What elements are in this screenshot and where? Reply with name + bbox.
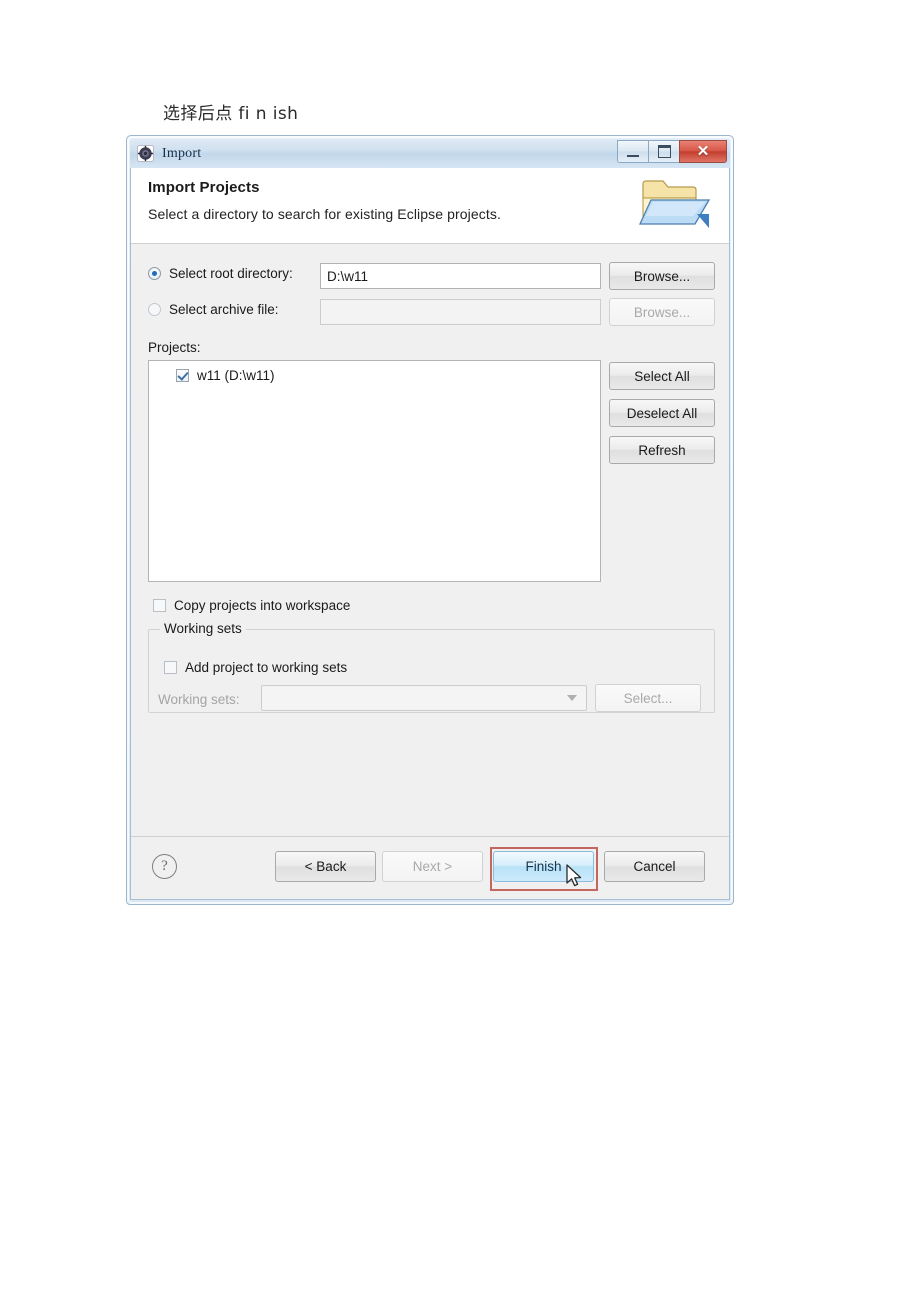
root-directory-input[interactable]: D:\w11	[320, 263, 601, 289]
add-working-sets-label: Add project to working sets	[185, 660, 348, 675]
browse-archive-file-button: Browse...	[609, 298, 715, 326]
select-all-button[interactable]: Select All	[609, 362, 715, 390]
dialog-titlebar[interactable]: Import ✕	[130, 139, 730, 168]
import-dialog-window: Import ✕ Import Projects Select a direct…	[126, 135, 734, 905]
root-directory-value: D:\w11	[327, 268, 369, 284]
maximize-button[interactable]	[648, 140, 679, 163]
working-sets-group-title: Working sets	[160, 621, 246, 636]
dialog-client-area: Import Projects Select a directory to se…	[130, 168, 730, 900]
radio-select-root-directory[interactable]	[148, 267, 161, 280]
copy-projects-label: Copy projects into workspace	[174, 598, 351, 613]
projects-listbox[interactable]: w11 (D:\w11)	[148, 360, 601, 582]
finish-highlight-annotation	[490, 847, 598, 891]
close-icon: ✕	[696, 143, 710, 160]
working-sets-select-button: Select...	[595, 684, 701, 712]
help-icon[interactable]: ?	[152, 854, 177, 879]
copy-projects-checkbox[interactable]	[153, 599, 166, 612]
projects-label: Projects:	[148, 340, 201, 355]
add-working-sets-checkbox[interactable]	[164, 661, 177, 674]
back-button[interactable]: < Back	[275, 851, 376, 882]
wizard-body: Select root directory: D:\w11 Browse... …	[131, 244, 729, 899]
chevron-down-icon	[567, 695, 577, 701]
working-sets-combo-label: Working sets:	[158, 692, 240, 707]
dialog-footer: ? < Back Next > Finish Cancel	[131, 836, 729, 899]
next-button: Next >	[382, 851, 483, 882]
archive-file-row: Select archive file:	[148, 302, 279, 317]
cancel-button[interactable]: Cancel	[604, 851, 705, 882]
copy-projects-row[interactable]: Copy projects into workspace	[153, 598, 350, 613]
dialog-title: Import	[162, 145, 202, 161]
root-directory-row: Select root directory:	[148, 266, 293, 281]
eclipse-import-icon	[137, 145, 154, 162]
wizard-header: Import Projects Select a directory to se…	[131, 168, 729, 244]
root-directory-label: Select root directory:	[169, 266, 293, 281]
deselect-all-button[interactable]: Deselect All	[609, 399, 715, 427]
working-sets-combo[interactable]	[261, 685, 587, 711]
page-caption: 选择后点 fi n ish	[163, 104, 299, 124]
maximize-icon	[657, 145, 671, 158]
archive-file-input[interactable]	[320, 299, 601, 325]
browse-root-directory-button[interactable]: Browse...	[609, 262, 715, 290]
window-controls: ✕	[617, 140, 727, 163]
project-checkbox[interactable]	[176, 369, 189, 382]
archive-file-label: Select archive file:	[169, 302, 279, 317]
add-working-sets-row[interactable]: Add project to working sets	[164, 660, 347, 675]
minimize-icon	[627, 152, 639, 157]
list-item[interactable]: w11 (D:\w11)	[149, 361, 600, 383]
refresh-button[interactable]: Refresh	[609, 436, 715, 464]
radio-select-archive-file[interactable]	[148, 303, 161, 316]
close-button[interactable]: ✕	[679, 140, 727, 163]
project-name: w11 (D:\w11)	[197, 368, 275, 383]
open-folder-icon	[637, 176, 713, 236]
minimize-button[interactable]	[617, 140, 648, 163]
